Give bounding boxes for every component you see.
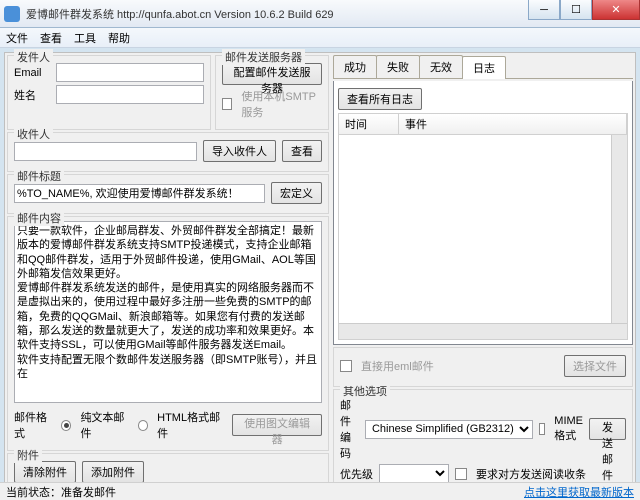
- menu-tools[interactable]: 工具: [74, 30, 96, 46]
- col-event[interactable]: 事件: [399, 114, 627, 134]
- import-recipients-button[interactable]: 导入收件人: [203, 140, 276, 162]
- email-field[interactable]: [56, 63, 204, 82]
- titlebar: 爱博邮件群发系统 http://qunfa.abot.cn Version 10…: [0, 0, 640, 28]
- minimize-button[interactable]: ─: [528, 0, 560, 20]
- tab-success[interactable]: 成功: [333, 55, 377, 78]
- name-label: 姓名: [14, 87, 50, 103]
- scrollbar-h[interactable]: [339, 323, 627, 339]
- update-link[interactable]: 点击这里获取最新版本: [524, 484, 634, 500]
- encoding-label: 邮件编码: [340, 397, 359, 461]
- plain-radio[interactable]: [61, 420, 71, 431]
- tabs: 成功 失败 无效 日志: [333, 55, 633, 79]
- body-legend: 邮件内容: [14, 210, 64, 226]
- priority-label: 优先级: [340, 466, 373, 482]
- eml-checkbox[interactable]: [340, 360, 352, 372]
- plain-label: 纯文本邮件: [80, 409, 131, 441]
- choose-file-button: 选择文件: [564, 355, 626, 377]
- mime-label: MIME格式: [554, 415, 583, 443]
- email-label: Email: [14, 67, 50, 79]
- sender-legend: 发件人: [14, 49, 53, 65]
- name-field[interactable]: [56, 85, 204, 104]
- receipt-checkbox[interactable]: [455, 468, 467, 480]
- recipients-field[interactable]: [14, 142, 197, 161]
- col-time[interactable]: 时间: [339, 114, 399, 134]
- log-panel: 查看所有日志 时间 事件: [333, 81, 633, 345]
- menu-help[interactable]: 帮助: [108, 30, 130, 46]
- priority-select[interactable]: [379, 464, 449, 483]
- format-label: 邮件格式: [14, 409, 55, 441]
- log-header: 时间 事件: [338, 113, 628, 135]
- log-body: [338, 135, 628, 340]
- config-smtp-button[interactable]: 配置邮件发送服务器: [222, 63, 322, 85]
- status-label: 当前状态：: [6, 487, 61, 499]
- local-smtp-checkbox[interactable]: [222, 98, 232, 110]
- subject-field[interactable]: [14, 184, 265, 203]
- body-textarea[interactable]: 只要一款软件，企业邮局群发、外贸邮件群发全部搞定！最新版本的爱博邮件群发系统支持…: [14, 221, 322, 403]
- menu-file[interactable]: 文件: [6, 30, 28, 46]
- macro-button[interactable]: 宏定义: [271, 182, 322, 204]
- close-button[interactable]: ✕: [592, 0, 640, 20]
- send-button[interactable]: 发送邮件: [589, 418, 626, 440]
- tab-log[interactable]: 日志: [462, 56, 506, 79]
- receipt-label: 要求对方发送阅读收条: [476, 466, 586, 482]
- maximize-button[interactable]: ☐: [560, 0, 592, 20]
- subject-legend: 邮件标题: [14, 168, 64, 184]
- smtp-legend: 邮件发送服务器: [222, 49, 305, 65]
- menu-view[interactable]: 查看: [40, 30, 62, 46]
- clear-attach-button[interactable]: 清除附件: [14, 461, 76, 483]
- menubar: 文件 查看 工具 帮助: [0, 28, 640, 48]
- editor-button: 使用图文编辑器: [232, 414, 322, 436]
- add-attach-button[interactable]: 添加附件: [82, 461, 144, 483]
- status-value: 准备发邮件: [61, 487, 116, 499]
- html-label: HTML格式邮件: [157, 409, 226, 441]
- attach-legend: 附件: [14, 447, 42, 463]
- view-all-logs-button[interactable]: 查看所有日志: [338, 88, 422, 110]
- local-smtp-label: 使用本机SMTP服务: [241, 88, 322, 120]
- html-radio[interactable]: [138, 420, 148, 431]
- statusbar: 当前状态：准备发邮件 点击这里获取最新版本: [0, 482, 640, 500]
- app-icon: [4, 6, 20, 22]
- tab-fail[interactable]: 失败: [376, 55, 420, 78]
- encoding-select[interactable]: Chinese Simplified (GB2312): [365, 420, 533, 439]
- eml-label: 直接用eml邮件: [361, 358, 434, 374]
- scrollbar-v[interactable]: [611, 135, 627, 339]
- mime-checkbox[interactable]: [539, 423, 545, 435]
- view-recipients-button[interactable]: 查看: [282, 140, 322, 162]
- other-legend: 其他选项: [340, 383, 390, 399]
- tab-invalid[interactable]: 无效: [419, 55, 463, 78]
- recipients-legend: 收件人: [14, 126, 53, 142]
